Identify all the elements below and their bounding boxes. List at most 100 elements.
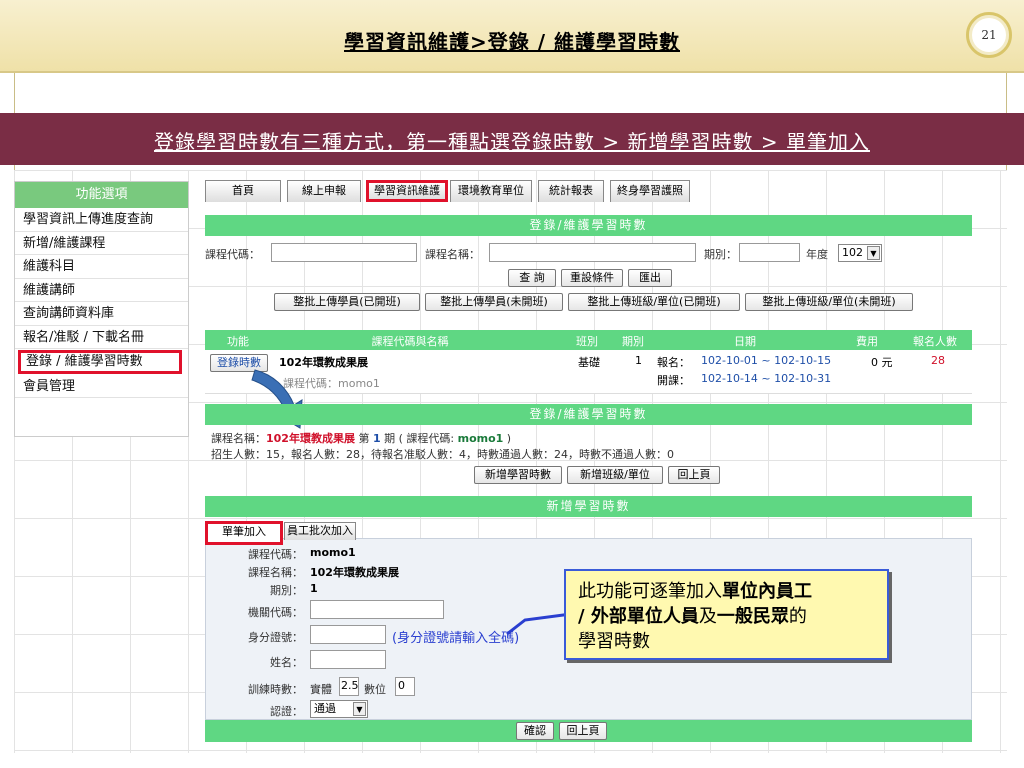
period-input[interactable] — [739, 243, 800, 262]
callout-p2: 及 — [698, 606, 717, 627]
instruction-banner: 登錄學習時數有三種方式，第一種點選登錄時數 > 新增學習時數 > 單筆加入 — [0, 113, 1024, 165]
open-dates: 102-10-14 ~ 102-10-31 — [701, 372, 832, 385]
name-input[interactable] — [310, 650, 386, 669]
callout-b2: / 外部單位人員 — [578, 606, 699, 627]
year-label: 年度 — [806, 248, 828, 261]
f-course-code-label: 課程代碼： — [248, 548, 303, 561]
slide: 學習資訊維護>登錄 / 維護學習時數 21 登錄學習時數有三種方式，第一種點選登… — [0, 0, 1024, 768]
form-back-button[interactable]: 回上頁 — [559, 722, 607, 740]
sidebar: 功能選項 學習資訊上傳進度查詢 新增/維護課程 維護科目 維護講師 查詢講師資料… — [14, 181, 189, 437]
tab-statistics[interactable]: 統計報表 — [538, 180, 604, 202]
col-count: 報名人數 — [913, 335, 957, 348]
title-bar: 學習資訊維護>登錄 / 維護學習時數 — [0, 0, 1024, 73]
sidebar-item-lecturer[interactable]: 維護講師 — [15, 279, 188, 302]
callout-p3: 的 — [788, 606, 807, 627]
tab-passport[interactable]: 終身學習護照 — [610, 180, 690, 202]
export-button[interactable]: 匯出 — [628, 269, 672, 287]
detail-prefix: 課程名稱： — [211, 432, 266, 445]
id-hint: (身分證號請輸入全碼) — [392, 631, 520, 646]
detail-period: 1 — [372, 432, 381, 445]
sidebar-item-members[interactable]: 會員管理 — [15, 375, 188, 398]
search-panel-title: 登錄/維護學習時數 — [205, 215, 972, 236]
cert-value: 通過 — [314, 702, 336, 715]
reset-button[interactable]: 重設條件 — [561, 269, 623, 287]
sidebar-item-signup[interactable]: 報名/准駁 / 下載名冊 — [15, 326, 188, 349]
col-class: 班別 — [576, 335, 598, 348]
batch-upload-units-open-button[interactable]: 整批上傳班級/單位(已開班) — [568, 293, 740, 311]
sidebar-item-lecturer-db[interactable]: 查詢講師資料庫 — [15, 302, 188, 326]
callout-box: 此功能可逐筆加入單位內員工 / 外部單位人員及一般民眾的 學習時數 — [564, 569, 889, 660]
add-unit-button[interactable]: 新增班級/單位 — [567, 466, 663, 484]
chevron-down-icon: ▼ — [867, 246, 880, 260]
f-id-label: 身分證號： — [248, 631, 303, 644]
open-label: 開課： — [657, 374, 690, 387]
tab-declare[interactable]: 線上申報 — [287, 180, 361, 202]
tab-learning-info[interactable]: 學習資訊維護 — [366, 180, 448, 202]
col-date: 日期 — [734, 335, 756, 348]
chevron-down-icon: ▼ — [353, 702, 366, 716]
slide-title: 學習資訊維護>登錄 / 維護學習時數 — [344, 30, 680, 54]
course-name-label: 課程名稱： — [425, 248, 480, 261]
col-action: 功能 — [227, 335, 249, 348]
col-period: 期別 — [622, 335, 644, 348]
batch-upload-students-unopened-button[interactable]: 整批上傳學員(未開班) — [425, 293, 563, 311]
cert-select[interactable]: 通過 ▼ — [310, 700, 368, 718]
batch-upload-units-unopened-button[interactable]: 整批上傳班級/單位(未開班) — [745, 293, 913, 311]
f-course-name: 102年環教成果展 — [310, 566, 399, 579]
sidebar-header: 功能選項 — [15, 182, 188, 208]
course-code-label: 課程代碼： — [205, 248, 260, 261]
tab-single-add[interactable]: 單筆加入 — [205, 521, 283, 545]
detail-course: 102年環教成果展 — [266, 432, 355, 445]
col-fee: 費用 — [856, 335, 878, 348]
year-select[interactable]: 102 ▼ — [838, 244, 882, 262]
batch-upload-students-open-button[interactable]: 整批上傳學員(已開班) — [274, 293, 420, 311]
id-input[interactable] — [310, 625, 386, 644]
callout-p4: 學習時數 — [578, 631, 650, 652]
course-class: 基礎 — [578, 356, 600, 369]
sidebar-item-progress[interactable]: 學習資訊上傳進度查詢 — [15, 208, 188, 232]
sidebar-item-hours[interactable]: 登錄 / 維護學習時數 — [18, 350, 182, 374]
detail-code: momo1 — [457, 432, 504, 445]
digital-hours-input[interactable]: 0 — [395, 677, 415, 696]
f-agency-label: 機關代碼： — [248, 606, 303, 619]
course-fee: 0 元 — [871, 356, 893, 369]
tab-env-units[interactable]: 環境教育單位 — [450, 180, 532, 202]
course-period: 1 — [635, 354, 642, 367]
detail-line1: 課程名稱：102年環教成果展 第 1 期 ( 課程代碼: momo1 ) — [211, 430, 511, 446]
f-course-code: momo1 — [310, 546, 356, 559]
f-cert-label: 認證： — [270, 705, 303, 718]
add-hours-button[interactable]: 新增學習時數 — [474, 466, 562, 484]
sidebar-item-course[interactable]: 新增/維護課程 — [15, 232, 188, 255]
detail-suffix: ) — [503, 432, 512, 445]
course-code-input[interactable] — [271, 243, 417, 262]
confirm-button[interactable]: 確認 — [516, 722, 554, 740]
signup-dates: 102-10-01 ~ 102-10-15 — [701, 354, 832, 367]
f-period-label: 期別： — [270, 584, 303, 597]
agency-input[interactable] — [310, 600, 444, 619]
callout-b1: 單位內員工 — [722, 581, 812, 602]
back-button[interactable]: 回上頁 — [668, 466, 720, 484]
period-label: 期別： — [704, 248, 737, 261]
tab-batch-add[interactable]: 員工批次加入 — [284, 522, 356, 540]
f-hours-label: 訓練時數： — [248, 683, 303, 696]
add-panel-title: 新增學習時數 — [205, 496, 972, 517]
callout-p1: 此功能可逐筆加入 — [578, 581, 722, 602]
f-period: 1 — [310, 582, 318, 595]
col-course: 課程代碼與名稱 — [371, 335, 449, 348]
course-name-input[interactable] — [489, 243, 696, 262]
detail-code-pre: 期 ( 課程代碼: — [380, 432, 458, 445]
year-value: 102 — [842, 246, 863, 259]
f-course-name-label: 課程名稱： — [248, 566, 303, 579]
signup-label: 報名： — [657, 356, 690, 369]
callout-b3: 一般民眾 — [716, 606, 789, 627]
course-count: 28 — [931, 354, 945, 367]
physical-hours-input[interactable]: 2.5 — [339, 677, 359, 696]
tab-home[interactable]: 首頁 — [205, 180, 281, 202]
detail-panel-title: 登錄/維護學習時數 — [205, 404, 972, 425]
detail-period-pre: 第 — [354, 432, 373, 445]
page-number-badge: 21 — [966, 12, 1012, 58]
detail-line2: 招生人數：15，報名人數：28，待報名准駁人數：4，時數通過人數：24，時數不通… — [211, 448, 674, 461]
sidebar-item-subject[interactable]: 維護科目 — [15, 255, 188, 279]
f-digital-label: 數位 — [364, 683, 386, 696]
query-button[interactable]: 查 詢 — [508, 269, 556, 287]
